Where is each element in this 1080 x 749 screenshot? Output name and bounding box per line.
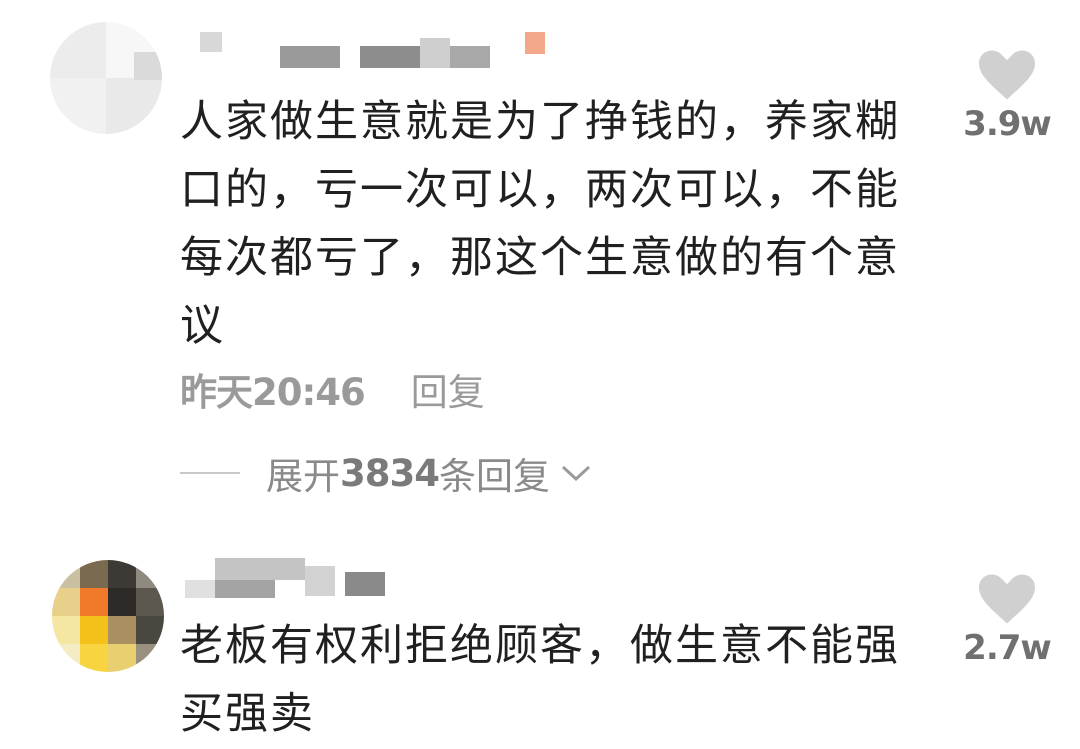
reply-button[interactable]: 回复 (411, 371, 485, 414)
like-count: 2.7w (963, 628, 1052, 668)
heart-icon (979, 50, 1035, 100)
avatar[interactable] (50, 22, 162, 134)
expand-count: 3834 (340, 451, 440, 495)
divider-line (180, 472, 240, 474)
username-blurred[interactable] (200, 32, 550, 72)
expand-replies-button[interactable]: 展开 3834 条回复 (180, 446, 592, 500)
avatar[interactable] (52, 560, 164, 672)
username-blurred[interactable] (185, 558, 395, 598)
like-button[interactable]: 2.7w (952, 574, 1062, 668)
chevron-down-icon (561, 465, 591, 482)
like-count: 3.9w (963, 104, 1052, 144)
expand-suffix: 条回复 (438, 455, 550, 498)
comment-meta: 昨天20:46 回复 (180, 362, 485, 416)
heart-icon (979, 574, 1035, 624)
like-button[interactable]: 3.9w (952, 50, 1062, 144)
expand-prefix: 展开 (266, 455, 340, 498)
comment-text: 老板有权利拒绝顾客，做生意不能强买强卖 (180, 621, 900, 739)
comment-item: 老板有权利拒绝顾客，做生意不能强买强卖 2.7w (0, 540, 1080, 749)
comment-item: 人家做生意就是为了挣钱的，养家糊口的，亏一次可以，两次可以，不能每次都亏了，那这… (0, 0, 1080, 520)
comment-text: 人家做生意就是为了挣钱的，养家糊口的，亏一次可以，两次可以，不能每次都亏了，那这… (180, 97, 900, 351)
comment-time: 昨天20:46 (180, 371, 366, 414)
